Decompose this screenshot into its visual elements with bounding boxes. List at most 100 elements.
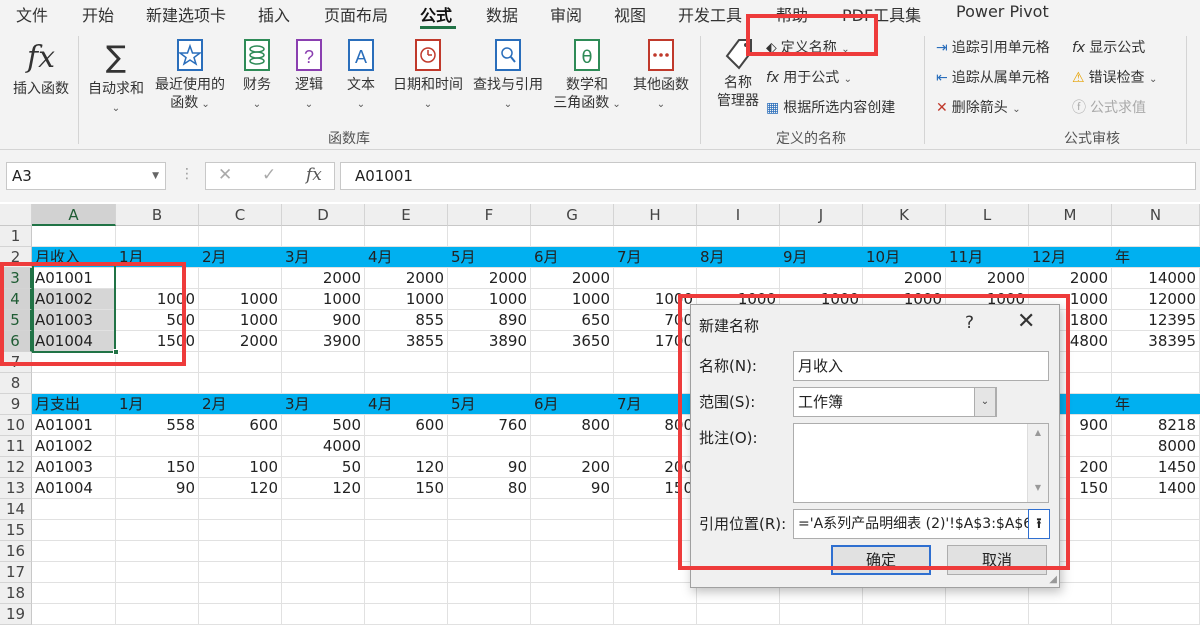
- cell-J1[interactable]: [780, 226, 863, 246]
- cell-A4[interactable]: A01002: [32, 289, 116, 309]
- row-header[interactable]: 18: [0, 583, 32, 604]
- cell-F9[interactable]: 5月: [448, 394, 531, 414]
- column-header-I[interactable]: I: [697, 204, 780, 226]
- cell-G18[interactable]: [531, 583, 614, 603]
- cell-E8[interactable]: [365, 373, 448, 393]
- cell-E1[interactable]: [365, 226, 448, 246]
- cell-H5[interactable]: 700: [614, 310, 697, 330]
- cell-D3[interactable]: 2000: [282, 268, 365, 288]
- cell-C15[interactable]: [199, 520, 282, 540]
- cell-A19[interactable]: [32, 604, 116, 624]
- fill-handle[interactable]: [113, 349, 119, 355]
- cell-F5[interactable]: 890: [448, 310, 531, 330]
- cell-E12[interactable]: 120: [365, 457, 448, 477]
- comment-scrollbar[interactable]: ▲ ▼: [1027, 424, 1048, 502]
- cancel-button[interactable]: 取消: [947, 545, 1047, 575]
- cell-B17[interactable]: [116, 562, 199, 582]
- row-header[interactable]: 17: [0, 562, 32, 583]
- cell-B7[interactable]: [116, 352, 199, 372]
- cell-N9[interactable]: 年: [1112, 394, 1200, 414]
- cell-H4[interactable]: 1000: [614, 289, 697, 309]
- ref-field[interactable]: ='A系列产品明细表 (2)'!$A$3:$A$6: [793, 509, 1031, 539]
- cell-G4[interactable]: 1000: [531, 289, 614, 309]
- cell-D10[interactable]: 500: [282, 415, 365, 435]
- cell-B11[interactable]: [116, 436, 199, 456]
- cell-D18[interactable]: [282, 583, 365, 603]
- cell-C19[interactable]: [199, 604, 282, 624]
- cell-N12[interactable]: 1450: [1112, 457, 1200, 477]
- cell-L1[interactable]: [946, 226, 1029, 246]
- row-header[interactable]: 4: [0, 289, 32, 310]
- cell-D15[interactable]: [282, 520, 365, 540]
- cell-F17[interactable]: [448, 562, 531, 582]
- column-header-D[interactable]: D: [282, 204, 365, 226]
- row-header[interactable]: 15: [0, 520, 32, 541]
- ok-button[interactable]: 确定: [831, 545, 931, 575]
- cell-L2[interactable]: 11月: [946, 247, 1029, 267]
- cell-A5[interactable]: A01003: [32, 310, 116, 330]
- row-header[interactable]: 16: [0, 541, 32, 562]
- column-header-J[interactable]: J: [780, 204, 863, 226]
- cell-B10[interactable]: 558: [116, 415, 199, 435]
- cell-H1[interactable]: [614, 226, 697, 246]
- cell-H10[interactable]: 800: [614, 415, 697, 435]
- cell-D14[interactable]: [282, 499, 365, 519]
- drag-handle-icon[interactable]: ⋮: [180, 166, 194, 182]
- cell-M3[interactable]: 2000: [1029, 268, 1112, 288]
- cell-E14[interactable]: [365, 499, 448, 519]
- show-formulas-button[interactable]: fx 显示公式: [1072, 38, 1145, 58]
- tab-8[interactable]: 视图: [614, 2, 646, 26]
- tab-11[interactable]: PDF工具集: [842, 2, 921, 26]
- chevron-down-icon[interactable]: ⌄: [974, 387, 996, 417]
- text-functions-button[interactable]: A 文本 ⌄: [336, 38, 386, 114]
- cell-G19[interactable]: [531, 604, 614, 624]
- cancel-icon[interactable]: ✕: [218, 165, 232, 185]
- cell-A2[interactable]: 月收入: [32, 247, 116, 267]
- column-header-B[interactable]: B: [116, 204, 199, 226]
- cell-E15[interactable]: [365, 520, 448, 540]
- cell-B13[interactable]: 90: [116, 478, 199, 498]
- cell-D7[interactable]: [282, 352, 365, 372]
- insert-function-icon[interactable]: fx: [306, 165, 322, 185]
- row-header[interactable]: 2: [0, 247, 32, 268]
- cell-F3[interactable]: 2000: [448, 268, 531, 288]
- cell-A1[interactable]: [32, 226, 116, 246]
- cell-E2[interactable]: 4月: [365, 247, 448, 267]
- column-header-N[interactable]: N: [1112, 204, 1200, 226]
- cell-N2[interactable]: 年: [1112, 247, 1200, 267]
- tab-4[interactable]: 页面布局: [324, 2, 388, 26]
- chevron-down-icon[interactable]: ▼: [152, 163, 159, 189]
- cell-K2[interactable]: 10月: [863, 247, 946, 267]
- cell-F1[interactable]: [448, 226, 531, 246]
- cell-C5[interactable]: 1000: [199, 310, 282, 330]
- cell-H17[interactable]: [614, 562, 697, 582]
- cell-G17[interactable]: [531, 562, 614, 582]
- column-header-H[interactable]: H: [614, 204, 697, 226]
- cell-G13[interactable]: 90: [531, 478, 614, 498]
- define-name-button[interactable]: ⬖ 定义名称 ⌄: [766, 38, 850, 60]
- cell-B15[interactable]: [116, 520, 199, 540]
- cell-B6[interactable]: 1500: [116, 331, 199, 351]
- trace-dependents-button[interactable]: ⇤ 追踪从属单元格: [936, 68, 1050, 88]
- cell-M2[interactable]: 12月: [1029, 247, 1112, 267]
- cell-C11[interactable]: [199, 436, 282, 456]
- cell-N8[interactable]: [1112, 373, 1200, 393]
- cell-A17[interactable]: [32, 562, 116, 582]
- cell-A9[interactable]: 月支出: [32, 394, 116, 414]
- tab-0[interactable]: 文件: [16, 2, 48, 26]
- cell-N10[interactable]: 8218: [1112, 415, 1200, 435]
- recent-functions-button[interactable]: 最近使用的 函数 ⌄: [150, 38, 230, 114]
- cell-N16[interactable]: [1112, 541, 1200, 561]
- row-header[interactable]: 14: [0, 499, 32, 520]
- cell-E4[interactable]: 1000: [365, 289, 448, 309]
- cell-D12[interactable]: 50: [282, 457, 365, 477]
- row-header[interactable]: 5: [0, 310, 32, 331]
- cell-N3[interactable]: 14000: [1112, 268, 1200, 288]
- cell-B9[interactable]: 1月: [116, 394, 199, 414]
- cell-D11[interactable]: 4000: [282, 436, 365, 456]
- cell-B2[interactable]: 1月: [116, 247, 199, 267]
- cell-N1[interactable]: [1112, 226, 1200, 246]
- cell-A12[interactable]: A01003: [32, 457, 116, 477]
- cell-C6[interactable]: 2000: [199, 331, 282, 351]
- row-header[interactable]: 6: [0, 331, 32, 352]
